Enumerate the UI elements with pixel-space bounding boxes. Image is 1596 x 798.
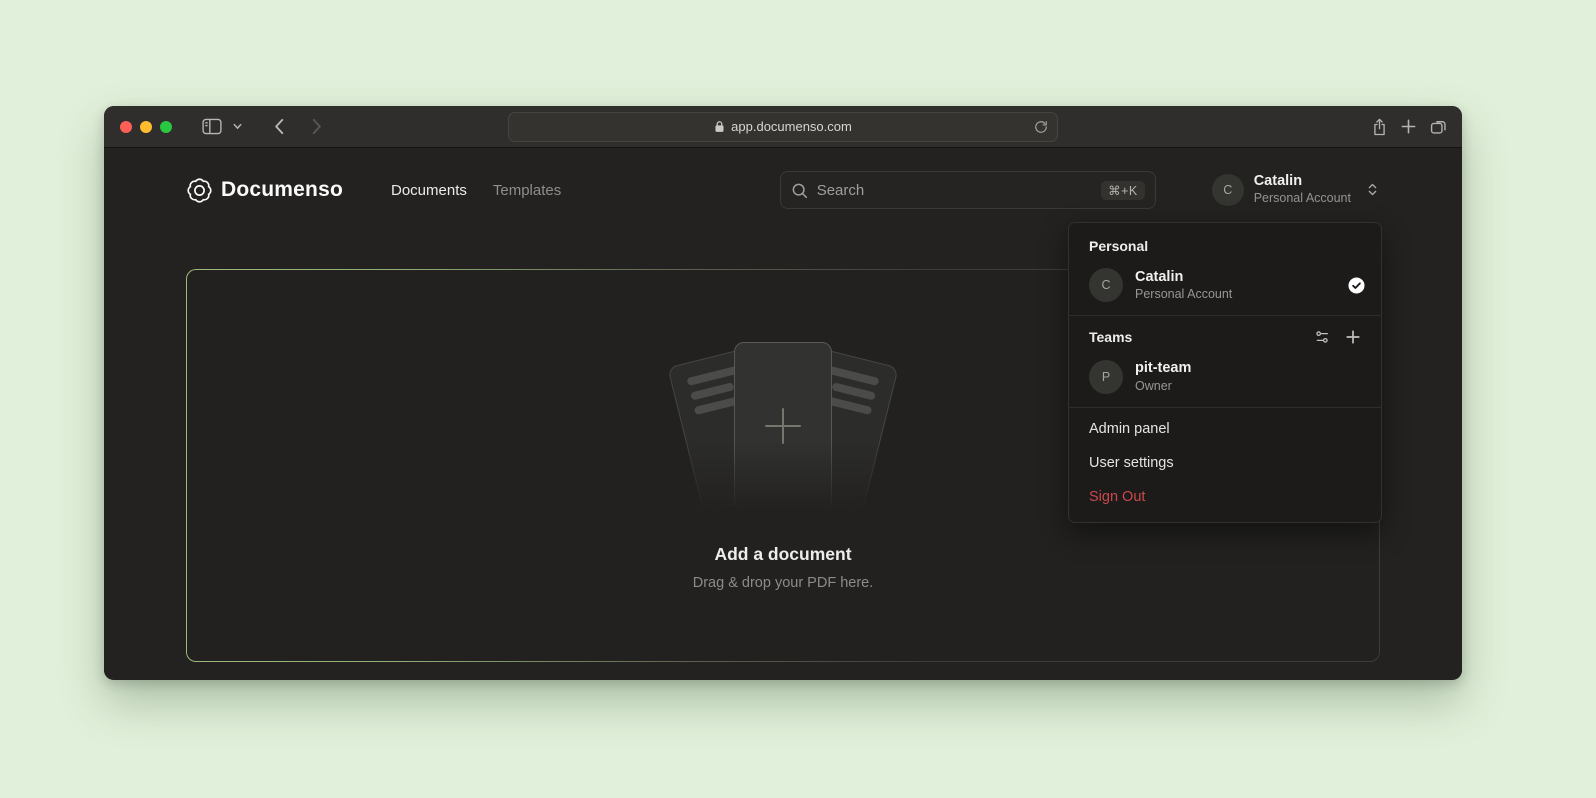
team-role: Owner xyxy=(1135,378,1365,394)
illustration-fade xyxy=(658,440,908,524)
browser-window: app.documenso.com xyxy=(104,106,1462,680)
new-tab-icon[interactable] xyxy=(1400,118,1417,135)
reload-icon[interactable] xyxy=(1034,119,1048,134)
search-input[interactable]: Search ⌘+K xyxy=(780,171,1156,209)
url-text: app.documenso.com xyxy=(731,119,852,134)
address-bar[interactable]: app.documenso.com xyxy=(508,112,1058,142)
teams-section-label: Teams xyxy=(1089,329,1314,345)
brand-name: Documenso xyxy=(221,178,343,202)
team-settings-icon[interactable] xyxy=(1314,329,1330,345)
search-shortcut-badge: ⌘+K xyxy=(1101,181,1145,200)
search-icon xyxy=(791,182,808,199)
share-icon[interactable] xyxy=(1371,117,1388,137)
dropzone-subtitle: Drag & drop your PDF here. xyxy=(693,575,874,591)
personal-account-name: Catalin xyxy=(1135,268,1336,286)
personal-account-avatar: C xyxy=(1089,268,1123,302)
zoom-window-button[interactable] xyxy=(160,121,172,133)
teams-section-header: Teams xyxy=(1069,316,1381,352)
sidebar-toggle-icon[interactable] xyxy=(194,112,230,142)
account-subtitle: Personal Account xyxy=(1254,191,1351,207)
document-stack-illustration xyxy=(668,340,898,518)
menu-item-admin-panel[interactable]: Admin panel xyxy=(1069,408,1381,446)
app-header: Documenso Documents Templates Search ⌘+K… xyxy=(186,148,1380,232)
back-icon[interactable] xyxy=(265,112,293,142)
documenso-logo-icon xyxy=(186,177,213,204)
chevron-down-icon[interactable] xyxy=(230,112,251,142)
personal-account-subtitle: Personal Account xyxy=(1135,286,1336,302)
tab-overview-icon[interactable] xyxy=(1429,117,1448,136)
dropzone-title: Add a document xyxy=(714,544,851,565)
menu-item-user-settings[interactable]: User settings xyxy=(1069,446,1381,480)
forward-icon[interactable] xyxy=(303,112,331,142)
personal-section-label: Personal xyxy=(1069,223,1381,261)
nav-templates[interactable]: Templates xyxy=(493,182,561,199)
team-name: pit-team xyxy=(1135,359,1365,377)
nav-documents[interactable]: Documents xyxy=(391,182,467,199)
browser-toolbar: app.documenso.com xyxy=(104,106,1462,148)
team-item[interactable]: P pit-team Owner xyxy=(1069,352,1381,406)
chevrons-up-down-icon xyxy=(1365,182,1380,197)
lock-icon xyxy=(714,120,725,133)
personal-account-item[interactable]: C Catalin Personal Account xyxy=(1069,261,1381,315)
add-team-icon[interactable] xyxy=(1345,329,1361,345)
main-nav: Documents Templates xyxy=(391,182,561,199)
account-menu-trigger[interactable]: C Catalin Personal Account xyxy=(1212,173,1380,206)
minimize-window-button[interactable] xyxy=(140,121,152,133)
search-placeholder: Search xyxy=(817,182,1092,199)
account-name: Catalin xyxy=(1254,173,1351,190)
account-avatar: C xyxy=(1212,174,1244,206)
close-window-button[interactable] xyxy=(120,121,132,133)
check-circle-icon xyxy=(1348,277,1365,294)
team-avatar: P xyxy=(1089,360,1123,394)
traffic-lights xyxy=(120,121,172,133)
menu-item-sign-out[interactable]: Sign Out xyxy=(1069,480,1381,514)
brand[interactable]: Documenso xyxy=(186,177,343,204)
account-dropdown-menu: Personal C Catalin Personal Account Team… xyxy=(1068,222,1382,523)
